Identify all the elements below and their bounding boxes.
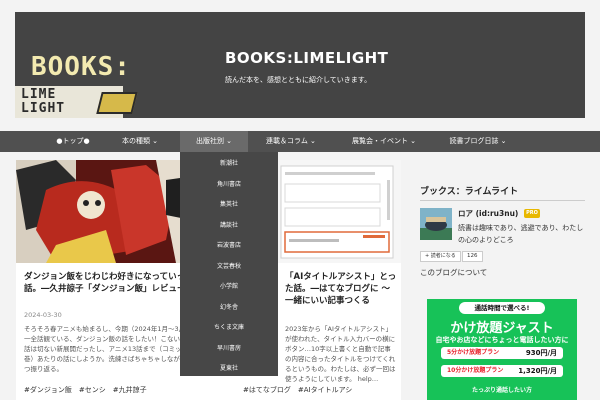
article-excerpt: 2023年から「AIタイトルアシスト」が使われた、タイトル入力バーの横にボタン…… [285, 325, 396, 383]
ad-plan-label: 10分かけ放題プラン [447, 367, 504, 374]
dropdown-item-kadokawa[interactable]: 角川書店 [180, 179, 278, 188]
advertisement-banner[interactable]: 通話時間で選べる! かけ放題ジャスト 自宅やお店などにちょっと電話したい方に 5… [427, 299, 577, 400]
site-logo[interactable]: BOOKS: LIME LIGHT [15, 52, 155, 118]
ad-note: たっぷり通話したい方 [471, 387, 532, 394]
nav-item-reading-log[interactable]: 読書ブログ日誌 ⌄ [438, 131, 518, 152]
sidebar-bio: 読書は趣味であり、逃避であり、わたしの心のよりどころ [458, 224, 584, 244]
avatar-image [420, 208, 452, 240]
follower-count: 126 [462, 251, 483, 262]
article-date: 2024-03-30 [24, 311, 62, 319]
ad-plan-label: 5分かけ放題プラン [447, 349, 500, 356]
article-title[interactable]: 「AIタイトルアシスト」とった話。―はてなブログに ～一緒にいい記事つくる [285, 271, 397, 307]
article-tags[interactable]: #はてなブログ #AIタイトルアシ [243, 385, 352, 395]
nav-item-events[interactable]: 展覧会・イベント ⌄ [338, 131, 430, 152]
site-description: 読んだ本を、感想とともに紹介していきます。 [225, 76, 372, 84]
global-nav: ●トップ● 本の種類 ⌄ 出版社別 ⌄ 連載＆コラム ⌄ 展覧会・イベント ⌄ … [0, 131, 600, 152]
book-icon [96, 92, 138, 114]
nav-item-book-types[interactable]: 本の種類 ⌄ [104, 131, 176, 152]
dropdown-item-gentosha[interactable]: 幻冬舎 [180, 302, 278, 311]
dropdown-item-shinchosha[interactable]: 新潮社 [180, 158, 278, 167]
nav-item-publishers[interactable]: 出版社別 ⌄ [180, 131, 248, 152]
nav-item-top[interactable]: ●トップ● [42, 131, 104, 152]
sidebar-blog-title: ブックス：ライムライト [420, 187, 519, 197]
ad-subtext: 自宅やお店などにちょっと電話したい方に [435, 336, 569, 344]
dropdown-item-shueisha[interactable]: 集英社 [180, 199, 278, 208]
site-title[interactable]: BOOKS:LIMELIGHT [225, 49, 388, 67]
sidebar-divider [420, 200, 585, 201]
follow-button[interactable]: + 読者になる [420, 251, 461, 262]
dropdown-item-iwanami[interactable]: 岩波書店 [180, 240, 278, 249]
dropdown-item-hayakawa[interactable]: 早川書房 [180, 343, 278, 352]
nav-item-columns[interactable]: 連載＆コラム ⌄ [252, 131, 330, 152]
ad-plan-price: 1,320円/月 [518, 367, 557, 375]
logo-text-books: BOOKS: [31, 52, 131, 82]
sidebar-username[interactable]: ロア (id:ru3nu) [458, 208, 518, 219]
ad-plan-10min: 10分かけ放題プラン 1,320円/月 [441, 365, 563, 377]
dropdown-item-shogakukan[interactable]: 小学館 [180, 281, 278, 290]
dropdown-item-bungeishunju[interactable]: 文芸春秋 [180, 261, 278, 270]
dropdown-item-chikuma[interactable]: ちくま文庫 [180, 322, 278, 331]
ad-plan-price: 930円/月 [525, 349, 557, 357]
article-tags[interactable]: #ダンジョン飯 #センシ #九井諒子 [24, 385, 147, 395]
ad-headline: かけ放題ジャスト [450, 321, 554, 336]
dropdown-item-natsutosha[interactable]: 夏東社 [180, 363, 278, 372]
publishers-dropdown-menu: 新潮社 角川書店 集英社 講談社 岩波書店 文芸春秋 小学館 幻冬舎 ちくま文庫… [180, 152, 278, 376]
dropdown-item-kodansha[interactable]: 講談社 [180, 220, 278, 229]
pro-badge: PRO [524, 209, 540, 218]
logo-text-light: LIGHT [21, 101, 66, 116]
ad-tagline: 通話時間で選べる! [459, 302, 545, 314]
about-blog-link[interactable]: このブログについて [420, 267, 487, 278]
ad-plan-5min: 5分かけ放題プラン 930円/月 [441, 347, 563, 359]
site-header: BOOKS: LIME LIGHT BOOKS:LIMELIGHT 読んだ本を、… [15, 12, 585, 118]
avatar[interactable] [420, 208, 452, 240]
logo-text-lime: LIME [21, 87, 57, 102]
